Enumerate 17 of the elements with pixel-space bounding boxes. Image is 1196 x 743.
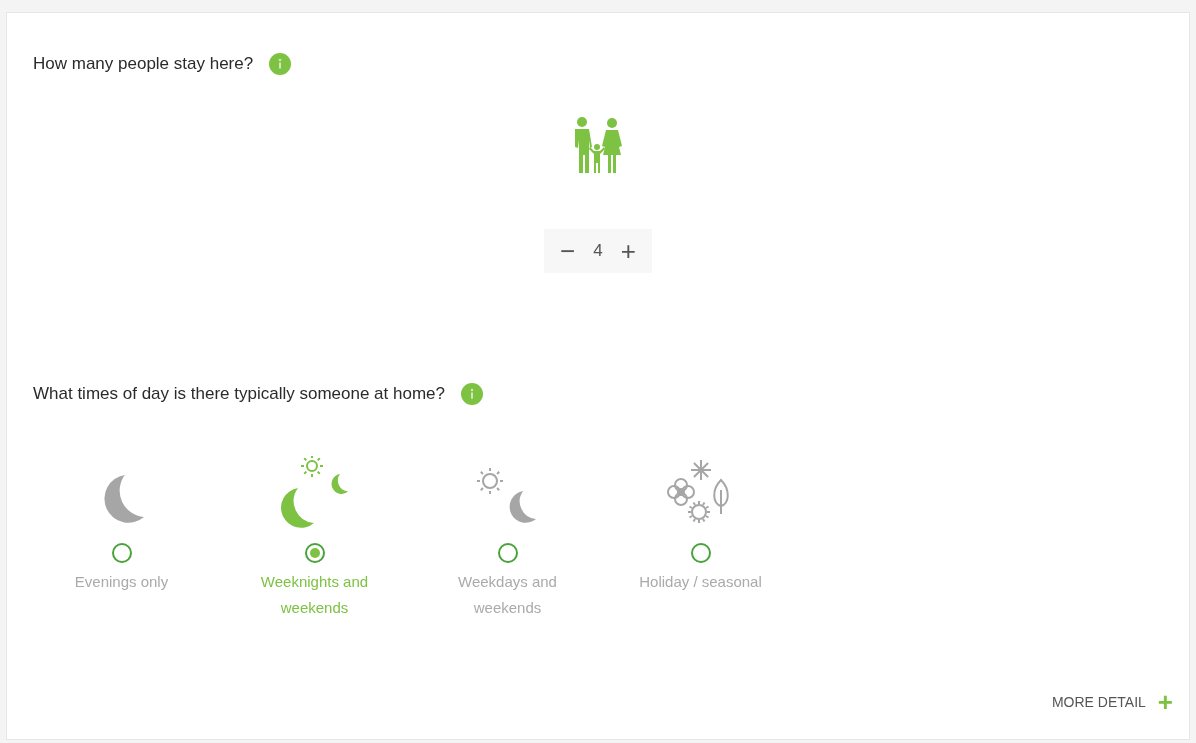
increase-button[interactable]: +: [616, 238, 640, 264]
option-label: Weeknights and weekends: [259, 572, 370, 618]
decrease-button[interactable]: −: [556, 238, 580, 264]
people-count: 4: [593, 241, 603, 261]
radio-button[interactable]: [497, 543, 518, 563]
more-detail-button[interactable]: MORE DETAIL +: [1051, 689, 1173, 715]
option-label: Weekdays and weekends: [457, 572, 558, 618]
radio-button[interactable]: [690, 543, 711, 563]
info-icon[interactable]: [269, 53, 292, 75]
radio-button[interactable]: [304, 543, 325, 563]
radio-button[interactable]: [111, 543, 132, 563]
question-text: What times of day is there typically someone at home?: [33, 384, 445, 404]
plus-icon: +: [1157, 689, 1173, 715]
option-label: Evenings only: [73, 572, 170, 592]
question-text: How many people stay here?: [33, 54, 254, 74]
info-icon[interactable]: [460, 383, 483, 405]
option-label: Holiday / seasonal: [638, 572, 763, 592]
